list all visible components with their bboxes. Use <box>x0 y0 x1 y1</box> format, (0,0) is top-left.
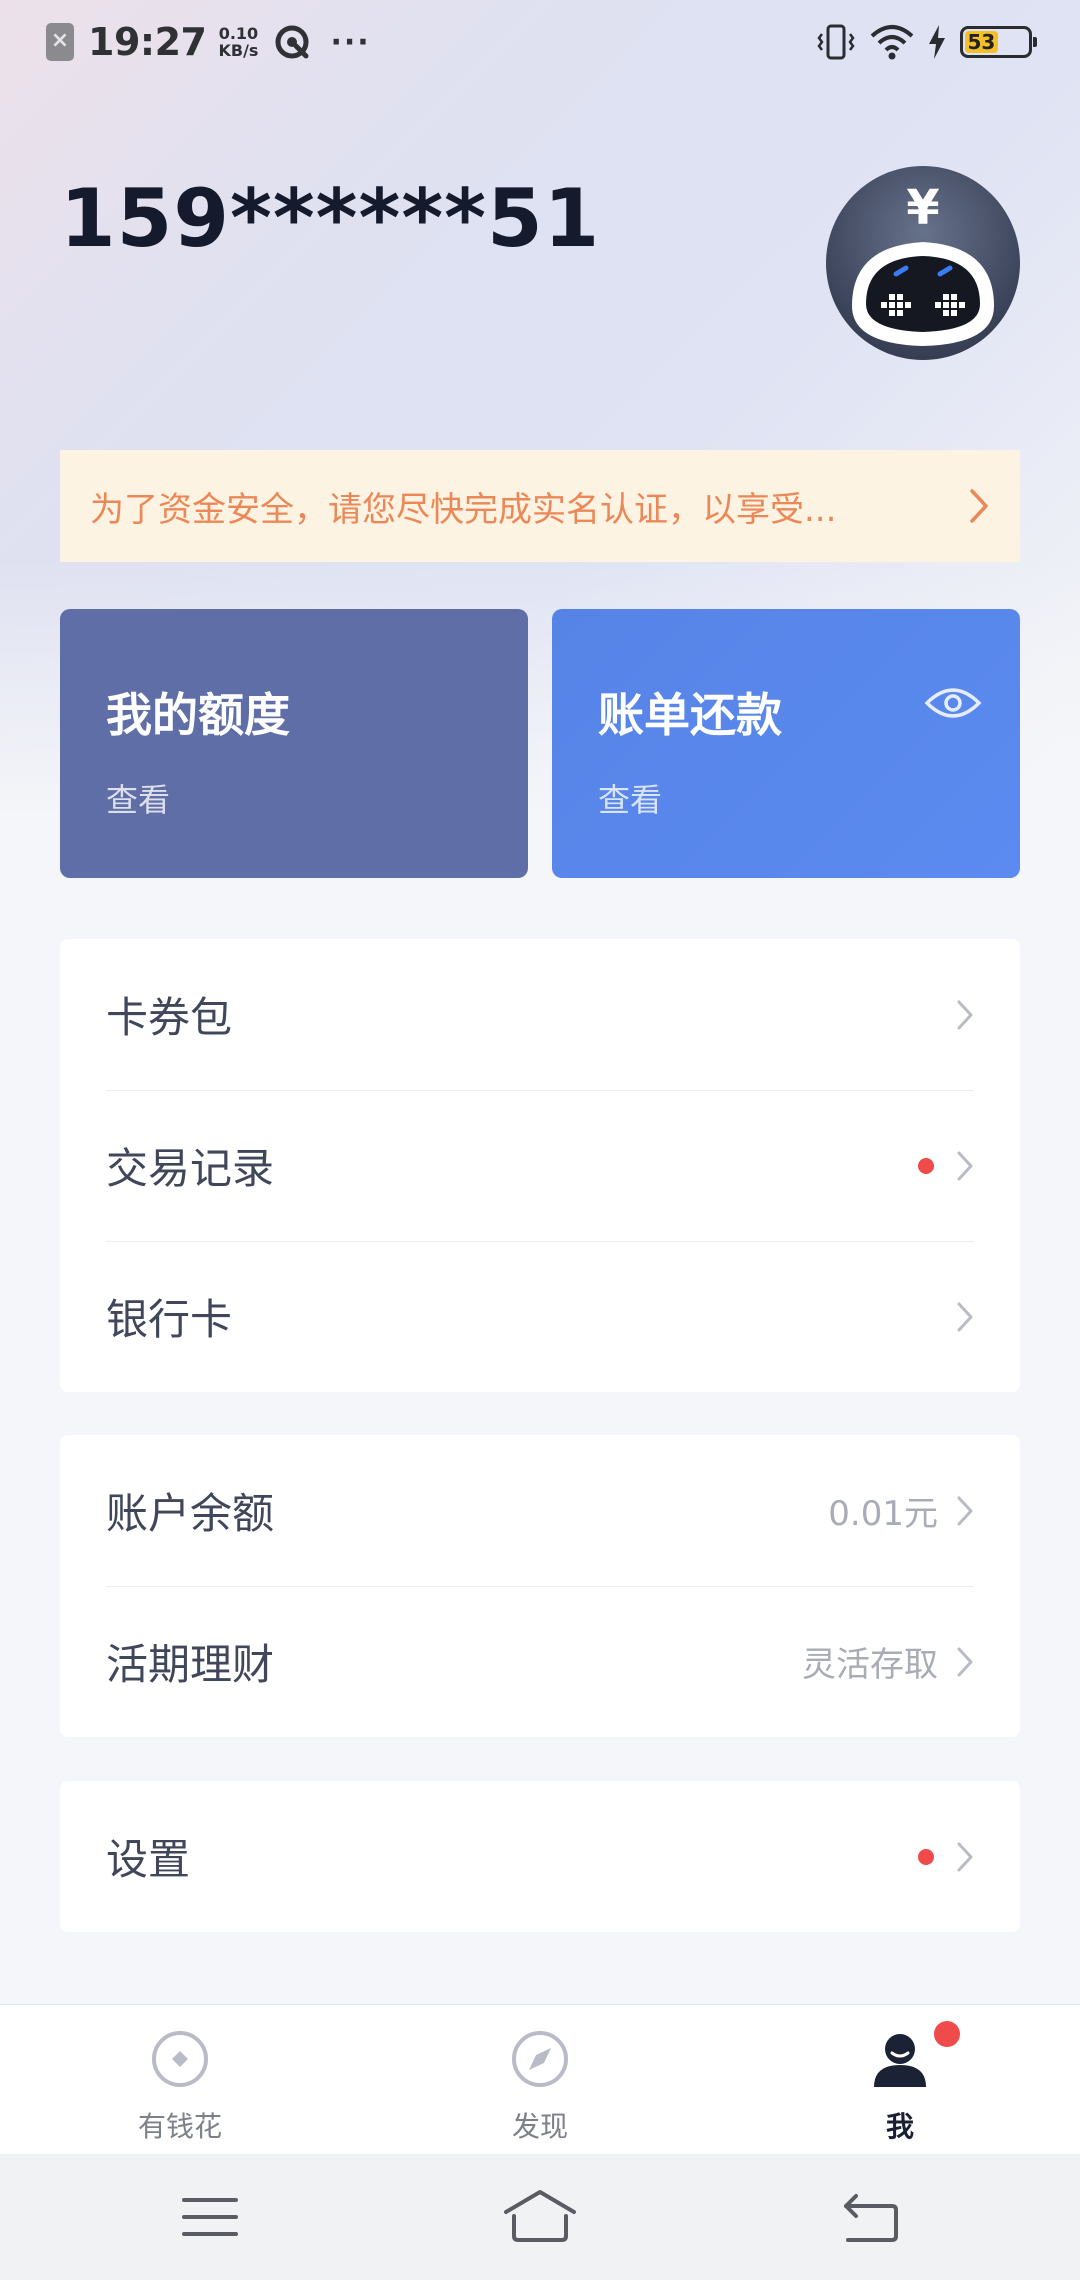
bill-repayment-view: 查看 <box>598 781 663 819</box>
svg-text:¥: ¥ <box>906 180 939 236</box>
my-quota-view: 查看 <box>106 781 171 819</box>
notice-text: 为了资金安全，请您尽快完成实名认证，以享受... <box>90 489 837 530</box>
chevron-right-icon <box>957 1151 973 1180</box>
tab-spend-label: 有钱花 <box>137 2110 222 2143</box>
status-bar: 19:27 0.10 KB/s ··· 53 <box>0 0 1080 84</box>
status-time: 19:27 <box>88 20 207 64</box>
balance-value: 0.01元 <box>828 1494 938 1534</box>
network-speed-value: 0.10 <box>218 24 259 43</box>
coupons-label: 卡券包 <box>106 993 233 1042</box>
balance-label: 账户余额 <box>106 1489 275 1538</box>
chevron-right-icon <box>957 1302 973 1331</box>
home-icon[interactable] <box>500 2184 580 2250</box>
my-quota-title: 我的额度 <box>106 688 290 742</box>
transactions-row[interactable]: 交易记录 <box>60 1090 1020 1241</box>
battery-icon: 53 <box>960 26 1037 58</box>
user-icon <box>874 2034 926 2087</box>
unread-dot <box>918 1848 934 1865</box>
tab-spend[interactable]: 有钱花 <box>80 2005 280 2155</box>
chevron-right-icon <box>970 489 988 523</box>
bank-card-label: 银行卡 <box>106 1295 233 1344</box>
bottom-tab-bar: 有钱花 发现 我 <box>0 2004 1080 2154</box>
tab-me-label: 我 <box>885 2110 914 2143</box>
bill-repayment-card[interactable]: 账单还款 查看 <box>552 609 1020 878</box>
more-notifications-icon: ··· <box>330 24 371 60</box>
back-icon[interactable] <box>830 2184 910 2250</box>
unread-dot <box>918 1157 934 1174</box>
my-quota-card[interactable]: 我的额度 查看 <box>60 609 528 878</box>
wealth-row[interactable]: 活期理财 灵活存取 <box>60 1586 1020 1737</box>
transactions-label: 交易记录 <box>106 1144 275 1193</box>
settings-group: 设置 <box>60 1781 1020 1932</box>
chevron-right-icon <box>957 1496 973 1525</box>
network-speed-unit: KB/s <box>218 41 259 60</box>
eye-icon[interactable] <box>924 683 982 723</box>
assets-group: 账户余额 0.01元 活期理财 灵活存取 <box>60 1435 1020 1737</box>
tab-me[interactable]: 我 <box>800 2005 1000 2155</box>
settings-label: 设置 <box>106 1835 191 1884</box>
network-speed: 0.10 KB/s <box>218 25 258 59</box>
no-sim-icon <box>46 23 74 61</box>
avatar[interactable]: ¥ <box>826 166 1020 360</box>
tab-discover[interactable]: 发现 <box>440 2005 640 2155</box>
app-notification-icon <box>275 25 309 59</box>
charging-icon <box>929 25 945 59</box>
bank-card-row[interactable]: 银行卡 <box>60 1241 1020 1392</box>
robot-avatar-icon: ¥ <box>852 180 994 346</box>
chevron-right-icon <box>957 1842 973 1871</box>
compass-icon <box>512 2031 568 2087</box>
system-navigation-bar <box>0 2154 1080 2280</box>
battery-level: 53 <box>965 30 998 54</box>
account-phone-number: 159******51 <box>60 172 601 265</box>
real-name-verification-notice[interactable]: 为了资金安全，请您尽快完成实名认证，以享受... <box>60 450 1020 562</box>
notification-badge <box>934 2021 960 2047</box>
settings-row[interactable]: 设置 <box>60 1781 1020 1932</box>
chevron-right-icon <box>957 1000 973 1029</box>
vibrate-icon <box>817 24 855 60</box>
tab-discover-label: 发现 <box>511 2110 568 2143</box>
wealth-value: 灵活存取 <box>802 1645 938 1685</box>
wealth-label: 活期理财 <box>106 1640 275 1689</box>
menu-icon[interactable] <box>170 2184 250 2250</box>
services-group: 卡券包 交易记录 银行卡 <box>60 939 1020 1392</box>
chevron-right-icon <box>957 1647 973 1676</box>
spend-icon <box>152 2031 208 2087</box>
wifi-icon <box>870 25 914 60</box>
balance-row[interactable]: 账户余额 0.01元 <box>60 1435 1020 1586</box>
coupons-row[interactable]: 卡券包 <box>60 939 1020 1090</box>
